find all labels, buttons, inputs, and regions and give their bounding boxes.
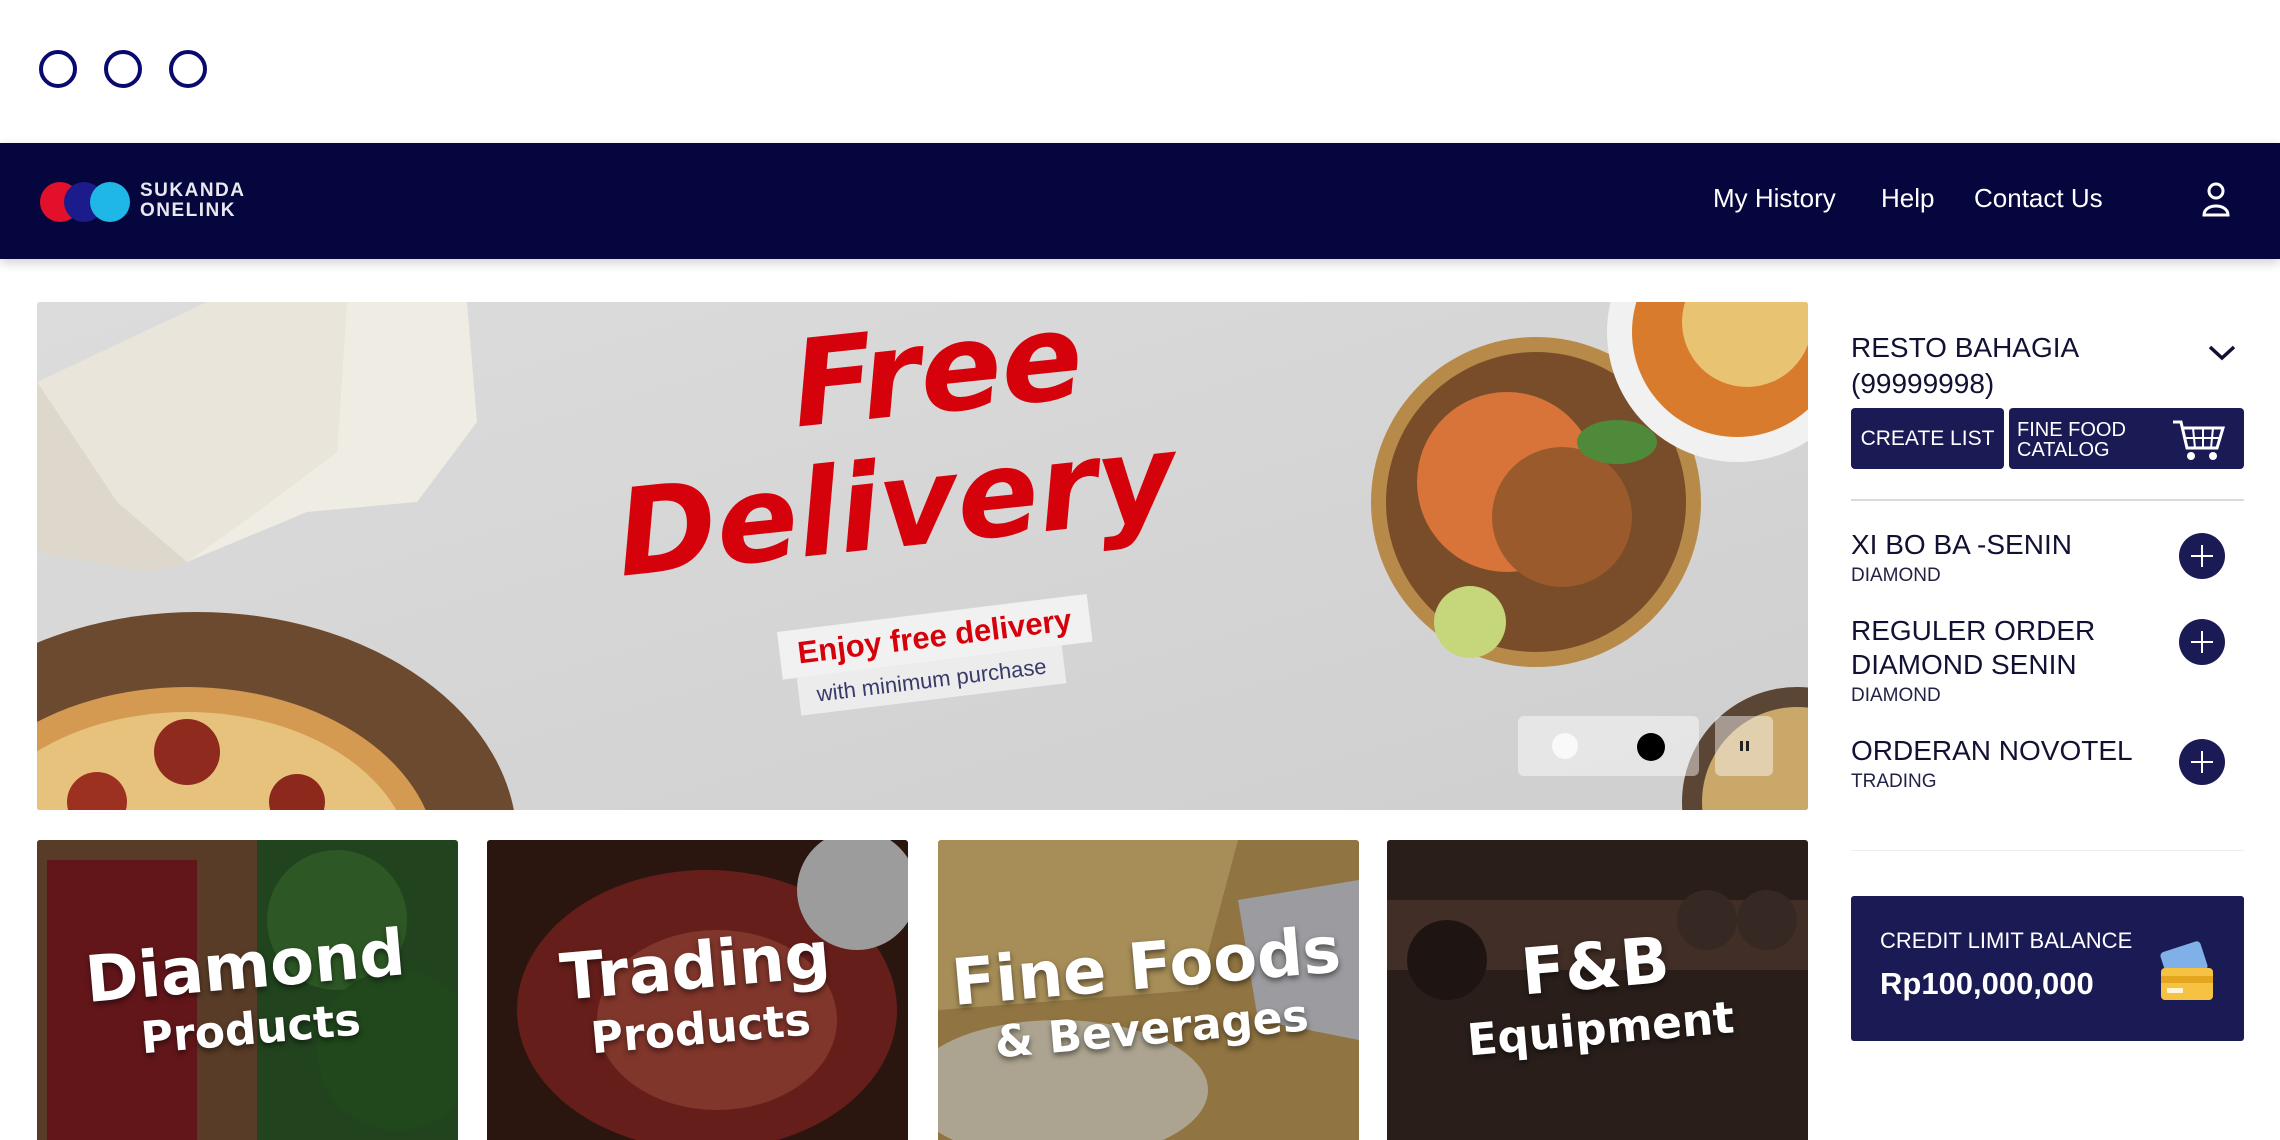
store-name: RESTO BAHAGIA (99999998) <box>1851 332 2078 399</box>
list-type: DIAMOND <box>1851 685 1941 706</box>
fine-food-catalog-label: FINE FOOD CATALOG <box>2017 419 2126 461</box>
credit-limit-amount: Rp100,000,000 <box>1880 966 2094 1001</box>
create-list-button[interactable]: CREATE LIST <box>1851 408 2004 469</box>
logo-cyan-circle <box>90 182 130 222</box>
nav-contact-us[interactable]: Contact Us <box>1974 183 2103 213</box>
brand-logo[interactable]: SUKANDA ONELINK <box>38 175 298 227</box>
window-control-circle[interactable] <box>104 50 142 88</box>
user-icon[interactable] <box>2200 181 2232 217</box>
list-name: ORDERAN NOVOTEL <box>1851 735 2133 766</box>
list-name: REGULER ORDER DIAMOND SENIN <box>1851 615 2096 680</box>
top-navbar: SUKANDA ONELINK My History Help Contact … <box>0 143 2280 259</box>
window-control-circle[interactable] <box>39 50 77 88</box>
carousel-indicators <box>1518 716 1699 776</box>
window-top-bar <box>0 0 2280 143</box>
brand-name-line1: SUKANDA <box>140 180 246 201</box>
order-list-item[interactable]: XI BO BA -SENIN DIAMOND <box>1851 528 2244 588</box>
nav-help[interactable]: Help <box>1881 183 1934 213</box>
category-fine-foods[interactable]: Fine Foods & Beverages <box>938 840 1359 1140</box>
window-control-circle[interactable] <box>169 50 207 88</box>
chevron-down-icon[interactable] <box>2207 344 2237 362</box>
fine-food-catalog-button[interactable]: FINE FOOD CATALOG <box>2009 408 2244 469</box>
category-diamond-products[interactable]: Diamond Products <box>37 840 458 1140</box>
order-list-item[interactable]: ORDERAN NOVOTEL TRADING <box>1851 734 2244 794</box>
carousel-dot-active[interactable] <box>1637 733 1665 761</box>
pause-icon[interactable] <box>1715 716 1773 776</box>
list-name: XI BO BA -SENIN <box>1851 529 2072 560</box>
nav-my-history[interactable]: My History <box>1713 183 1836 213</box>
order-list-item[interactable]: REGULER ORDER DIAMOND SENIN DIAMOND <box>1851 614 2244 708</box>
add-list-icon[interactable] <box>2179 739 2225 785</box>
cart-icon <box>2173 420 2226 460</box>
add-list-icon[interactable] <box>2179 619 2225 665</box>
promo-banner[interactable]: Free Delivery Enjoy free delivery with m… <box>37 302 1808 810</box>
credit-card-icon <box>2160 941 2213 1000</box>
category-fb-equipment[interactable]: F&B Equipment <box>1387 840 1808 1140</box>
brand-name-line2: ONELINK <box>140 200 236 221</box>
sidebar-divider <box>1851 499 2244 501</box>
credit-limit-card: CREDIT LIMIT BALANCE Rp100,000,000 <box>1851 896 2244 1041</box>
carousel-dot[interactable] <box>1552 733 1578 759</box>
category-trading-products[interactable]: Trading Products <box>487 840 908 1140</box>
credit-limit-label: CREDIT LIMIT BALANCE <box>1880 928 2133 953</box>
add-list-icon[interactable] <box>2179 533 2225 579</box>
sidebar-divider <box>1851 850 2244 851</box>
